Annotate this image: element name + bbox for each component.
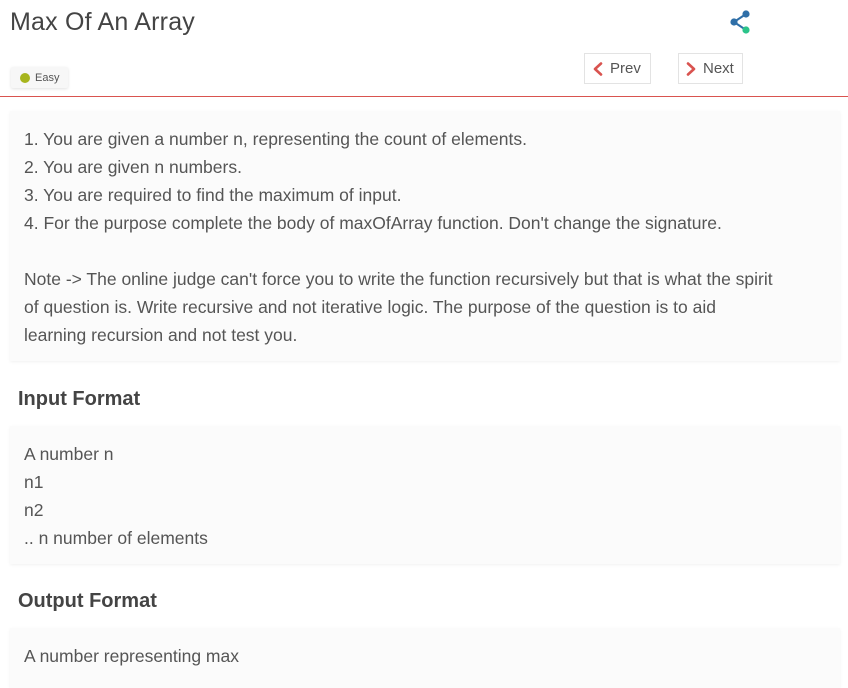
- description-note: learning recursion and not test you.: [24, 325, 298, 345]
- chevron-right-icon: [686, 61, 696, 76]
- difficulty-badge: Easy: [11, 67, 69, 88]
- input-format-line: n2: [24, 500, 44, 520]
- prev-button[interactable]: Prev: [584, 53, 651, 84]
- next-button-label: Next: [703, 60, 734, 77]
- next-button[interactable]: Next: [678, 53, 743, 84]
- output-format-box: A number representing max: [10, 628, 840, 688]
- difficulty-dot: [20, 72, 30, 83]
- problem-description: 1. You are given a number n, representin…: [10, 111, 840, 361]
- chevron-left-icon: [593, 61, 603, 76]
- header-divider: [0, 96, 848, 97]
- input-format-box: A number n n1 n2 .. n number of elements: [10, 426, 840, 564]
- description-note: Note -> The online judge can't force you…: [24, 269, 773, 289]
- input-format-line: .. n number of elements: [24, 528, 208, 548]
- page-title: Max Of An Array: [10, 8, 196, 36]
- prev-button-label: Prev: [610, 60, 641, 77]
- output-format-line: A number representing max: [24, 646, 239, 666]
- difficulty-label: Easy: [35, 71, 60, 84]
- description-step: 3. You are required to find the maximum …: [24, 185, 402, 205]
- description-note: of question is. Write recursive and not …: [24, 297, 716, 317]
- input-format-line: n1: [24, 472, 44, 492]
- description-step: 1. You are given a number n, representin…: [24, 129, 527, 149]
- description-step: 4. For the purpose complete the body of …: [24, 213, 722, 233]
- input-format-line: A number n: [24, 444, 114, 464]
- input-format-heading: Input Format: [18, 388, 141, 410]
- share-icon[interactable]: [728, 9, 754, 35]
- description-step: 2. You are given n numbers.: [24, 157, 242, 177]
- output-format-heading: Output Format: [18, 590, 157, 612]
